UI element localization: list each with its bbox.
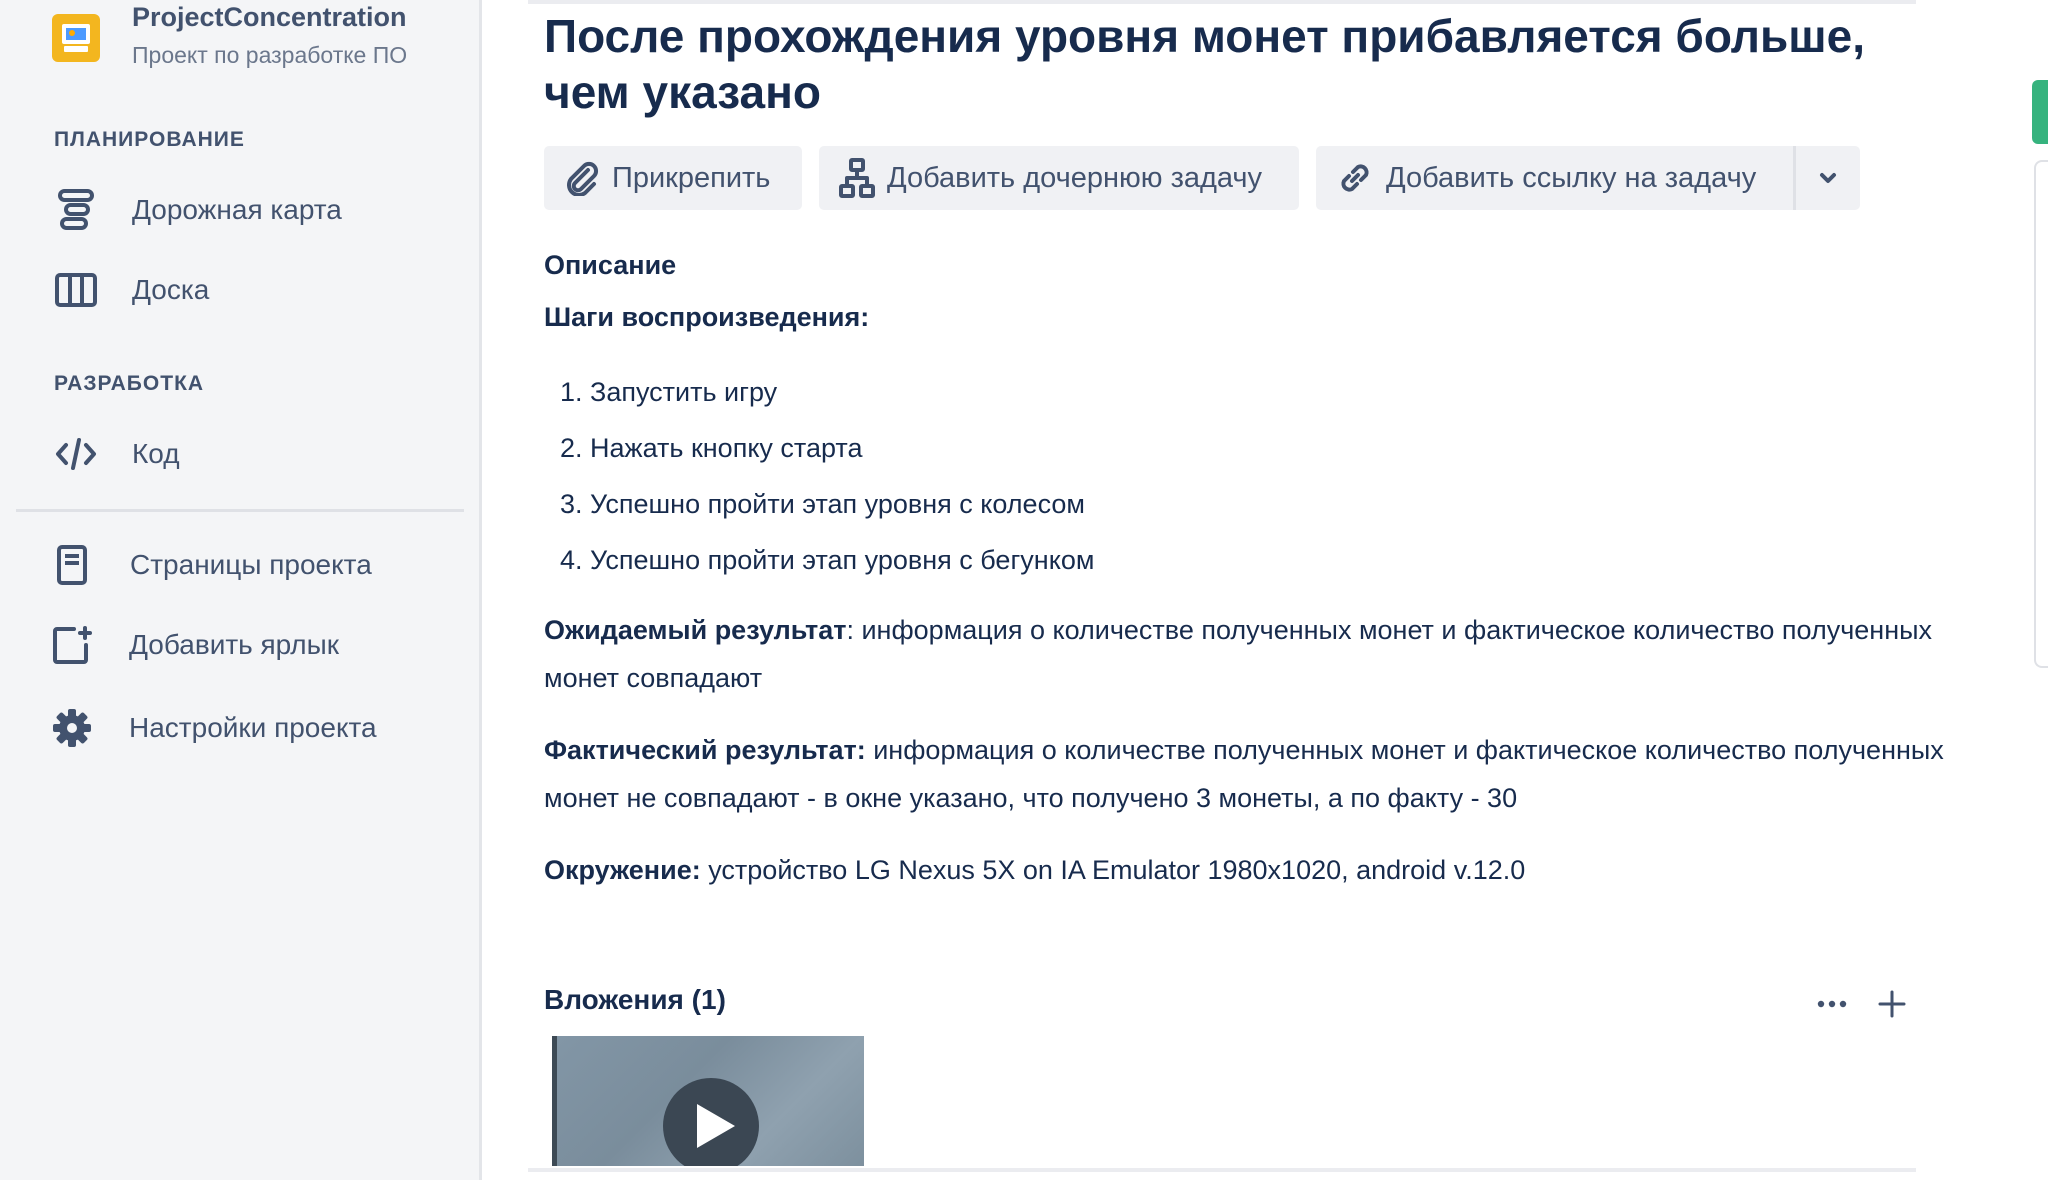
list-item: 3. Успешно пройти этап уровня с колесом bbox=[560, 489, 1085, 519]
sidebar-item-label: Настройки проекта bbox=[129, 712, 377, 743]
add-issue-link-button[interactable]: Добавить ссылку на задачу bbox=[1316, 146, 1793, 210]
environment: Окружение: устройство LG Nexus 5X on IA … bbox=[544, 846, 1944, 894]
environment-label: Окружение: bbox=[544, 855, 701, 885]
description-heading: Описание bbox=[544, 250, 677, 280]
page-icon bbox=[48, 541, 96, 589]
add-shortcut-icon bbox=[48, 621, 96, 669]
status-button[interactable] bbox=[2032, 80, 2048, 144]
attach-button[interactable]: Прикрепить bbox=[544, 146, 802, 210]
steps-heading: Шаги воспроизведения: bbox=[544, 302, 870, 332]
add-child-issue-button[interactable]: Добавить дочернюю задачу bbox=[819, 146, 1299, 210]
attach-label: Прикрепить bbox=[612, 161, 771, 194]
sidebar-item-label: Доска bbox=[132, 274, 210, 305]
sidebar-item-label: Страницы проекта bbox=[130, 549, 372, 580]
roadmap-icon bbox=[52, 186, 100, 234]
details-panel-edge bbox=[2034, 160, 2048, 668]
hierarchy-icon bbox=[839, 158, 875, 198]
chevron-down-icon bbox=[1820, 173, 1836, 183]
list-item: 4. Успешно пройти этап уровня с бегунком bbox=[560, 545, 1095, 575]
steps-list: 1. Запустить игру 2. Нажать кнопку старт… bbox=[560, 370, 1094, 594]
actual-label: Фактический результат: bbox=[544, 735, 866, 765]
sidebar: ProjectConcentration Проект по разработк… bbox=[0, 0, 482, 1180]
top-divider bbox=[528, 0, 1916, 4]
sidebar-divider bbox=[16, 509, 464, 512]
environment-text: устройство LG Nexus 5X on IA Emulator 19… bbox=[700, 855, 1526, 885]
paperclip-icon bbox=[567, 161, 599, 196]
attachments-heading: Вложения (1) bbox=[544, 984, 726, 1015]
sidebar-item-code[interactable]: Код bbox=[16, 422, 466, 486]
add-link-label: Добавить ссылку на задачу bbox=[1386, 161, 1757, 194]
gear-icon bbox=[48, 704, 96, 752]
sidebar-item-add-shortcut[interactable]: Добавить ярлык bbox=[16, 613, 466, 677]
expected-result: Ожидаемый результат: информация о количе… bbox=[544, 606, 1944, 702]
sidebar-item-project-pages[interactable]: Страницы проекта bbox=[16, 533, 466, 597]
add-child-label: Добавить дочернюю задачу bbox=[887, 161, 1263, 194]
code-icon bbox=[52, 430, 100, 478]
play-icon[interactable] bbox=[663, 1078, 759, 1166]
list-item: 2. Нажать кнопку старта bbox=[560, 433, 863, 463]
more-icon[interactable] bbox=[1812, 984, 1852, 1024]
link-icon bbox=[1341, 164, 1369, 192]
bottom-divider bbox=[528, 1168, 1916, 1172]
section-title-development: РАЗРАБОТКА bbox=[54, 372, 205, 395]
sidebar-item-project-settings[interactable]: Настройки проекта bbox=[16, 696, 466, 760]
sidebar-item-roadmap[interactable]: Дорожная карта bbox=[16, 178, 466, 242]
list-item: 1. Запустить игру bbox=[560, 377, 778, 407]
issue-view: После прохождения уровня монет прибавляе… bbox=[484, 0, 2048, 1180]
project-name[interactable]: ProjectConcentration bbox=[132, 2, 407, 33]
video-attachment-thumbnail[interactable] bbox=[552, 1036, 864, 1166]
issue-title[interactable]: После прохождения уровня монет прибавляе… bbox=[544, 8, 1934, 120]
board-icon bbox=[52, 266, 100, 314]
sidebar-item-label: Код bbox=[132, 438, 180, 469]
sidebar-item-label: Добавить ярлык bbox=[129, 629, 340, 660]
actual-result: Фактический результат: информация о коли… bbox=[544, 726, 1944, 822]
section-title-planning: ПЛАНИРОВАНИЕ bbox=[54, 128, 245, 151]
sidebar-item-label: Дорожная карта bbox=[132, 194, 342, 225]
project-avatar-icon[interactable] bbox=[52, 14, 100, 62]
more-actions-dropdown[interactable] bbox=[1796, 146, 1860, 210]
sidebar-item-board[interactable]: Доска bbox=[16, 258, 466, 322]
expected-label: Ожидаемый результат bbox=[544, 615, 847, 645]
project-subtitle: Проект по разработке ПО bbox=[132, 42, 408, 68]
add-attachment-icon[interactable] bbox=[1872, 984, 1912, 1024]
